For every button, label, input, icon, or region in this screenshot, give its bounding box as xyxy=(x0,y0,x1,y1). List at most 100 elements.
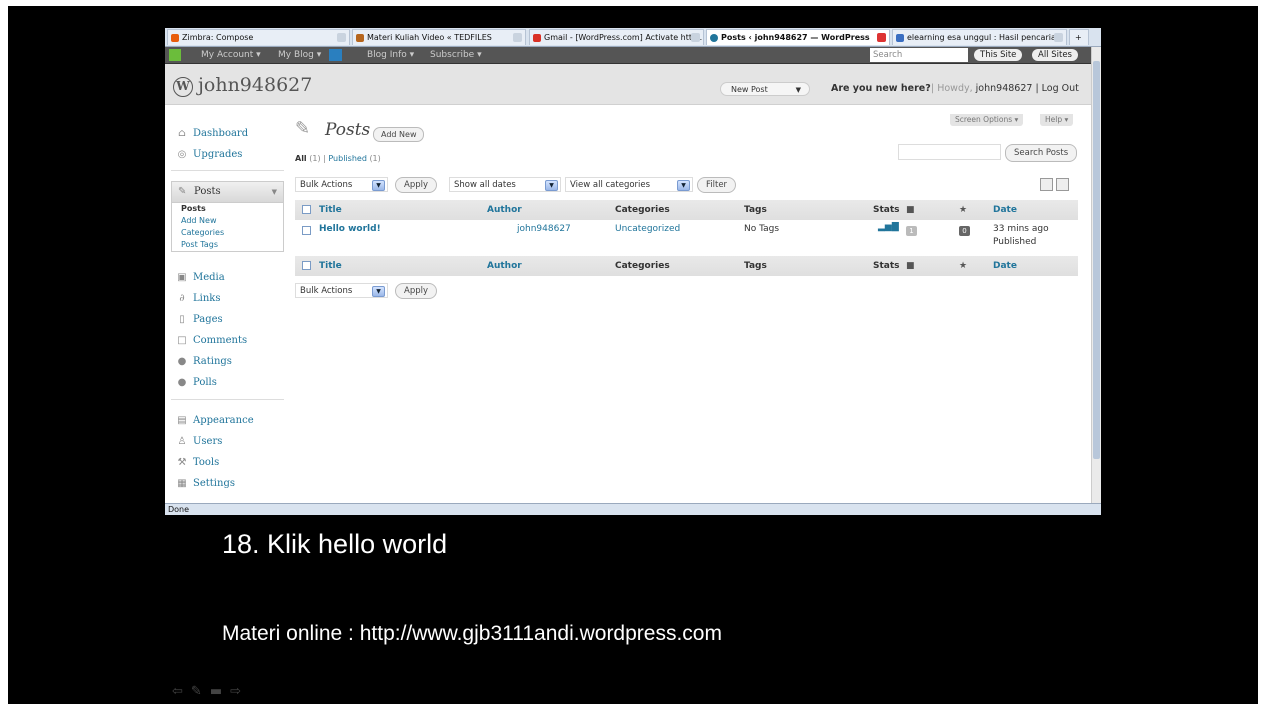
link-icon: ∂ xyxy=(179,293,185,304)
stats-chart-icon[interactable]: ▂▅▇ xyxy=(878,222,899,232)
help-tab[interactable]: Help ▾ xyxy=(1040,114,1074,126)
new-tab-button[interactable]: + xyxy=(1069,29,1089,45)
post-status: Published xyxy=(993,237,1037,247)
users-icon: ♙ xyxy=(177,436,187,447)
col-date[interactable]: Date xyxy=(993,200,1017,220)
pen-icon[interactable]: ✎ xyxy=(191,684,210,699)
list-view-icon[interactable] xyxy=(1040,178,1053,191)
sidebar-item-tools[interactable]: ⚒ Tools xyxy=(171,453,284,473)
close-icon[interactable] xyxy=(513,33,522,42)
logout-link[interactable]: | Log Out xyxy=(1035,83,1078,94)
wpcom-logo-icon[interactable] xyxy=(169,49,181,61)
my-blog-menu[interactable]: My Blog ▾ xyxy=(278,47,321,63)
close-icon[interactable] xyxy=(1054,33,1063,42)
sidebar-item-appearance[interactable]: ▤ Appearance xyxy=(171,411,284,431)
screen-options-tab[interactable]: Screen Options ▾ xyxy=(950,114,1024,126)
select-all-checkbox[interactable] xyxy=(302,261,311,270)
tab-tedfiles[interactable]: Materi Kuliah Video « TEDFILES xyxy=(352,29,526,45)
search-posts-input[interactable] xyxy=(898,144,1001,160)
submenu-categories[interactable]: Categories xyxy=(172,227,283,239)
dashboard-icon: ⌂ xyxy=(178,128,186,139)
zimbra-icon xyxy=(171,34,179,42)
sidebar-item-dashboard[interactable]: ⌂ Dashboard xyxy=(171,124,284,144)
col-stats: Stats xyxy=(873,261,900,271)
filter-button[interactable]: Filter xyxy=(697,177,737,193)
tab-elearning[interactable]: elearning esa unggul : Hasil pencarian xyxy=(892,29,1067,45)
tab-gmail[interactable]: Gmail - [WordPress.com] Activate http... xyxy=(529,29,704,45)
username-link[interactable]: john948627 xyxy=(976,83,1033,94)
dates-select[interactable]: Show all dates ▼ xyxy=(449,177,561,192)
sidebar-item-media[interactable]: ▣ Media xyxy=(171,268,284,288)
new-here-link[interactable]: Are you new here? xyxy=(831,83,931,94)
filter-all[interactable]: All xyxy=(295,154,307,163)
sidebar-item-posts[interactable]: ✎ Posts ▼ xyxy=(171,181,284,203)
wpcom-search-input[interactable]: Search WordPress.com xyxy=(870,48,968,74)
sidebar-item-links[interactable]: ∂ Links xyxy=(171,289,284,309)
bulk-actions-select-top[interactable]: Bulk Actions ▼ xyxy=(295,177,388,192)
filter-published[interactable]: Published xyxy=(328,154,367,163)
tab-zimbra[interactable]: Zimbra: Compose xyxy=(167,29,350,45)
vertical-scrollbar[interactable] xyxy=(1091,47,1101,503)
wordpress-logo-icon[interactable]: W xyxy=(173,77,193,97)
add-new-button[interactable]: Add New xyxy=(373,127,425,142)
admin-bar: My Account ▾ My Blog ▾ Blog Info ▾ Subsc… xyxy=(165,47,1101,74)
post-category-link[interactable]: Uncategorized xyxy=(615,224,680,234)
tab-wordpress-posts[interactable]: Posts ‹ john948627 — WordPress xyxy=(706,29,890,45)
col-author: Author xyxy=(487,205,522,215)
post-author-link[interactable]: john948627 xyxy=(517,224,571,234)
sidebar-item-polls[interactable]: ● Polls xyxy=(171,373,284,393)
apply-button-bottom[interactable]: Apply xyxy=(395,283,437,299)
sidebar-item-users[interactable]: ♙ Users xyxy=(171,432,284,452)
col-categories: Categories xyxy=(615,205,670,215)
forward-arrow-icon[interactable]: ⇨ xyxy=(230,684,249,699)
materi-caption: Materi online : http://www.gjb3111andi.w… xyxy=(222,622,722,645)
submenu-post-tags[interactable]: Post Tags xyxy=(172,239,283,251)
categories-select[interactable]: View all categories ▼ xyxy=(565,177,693,192)
col-date[interactable]: Date xyxy=(993,256,1017,276)
post-title-link[interactable]: Hello world! xyxy=(319,224,381,234)
close-icon[interactable] xyxy=(337,33,346,42)
settings-icon: ▦ xyxy=(177,478,187,489)
submenu-posts[interactable]: Posts xyxy=(172,203,283,215)
all-sites-button[interactable]: All Sites xyxy=(1032,49,1078,61)
ratings-icon: ● xyxy=(177,356,187,367)
col-title[interactable]: Title xyxy=(319,256,342,276)
submenu-add-new[interactable]: Add New xyxy=(172,215,283,227)
sidebar-item-comments[interactable]: □ Comments xyxy=(171,331,284,351)
blog-info-menu[interactable]: Blog Info ▾ xyxy=(367,47,414,63)
subscribe-menu[interactable]: Subscribe ▾ xyxy=(430,47,482,63)
chevron-down-icon[interactable]: ▼ xyxy=(272,182,277,202)
comment-icon: ■ xyxy=(906,261,915,271)
sidebar-item-pages[interactable]: ▯ Pages xyxy=(171,310,284,330)
site-name[interactable]: john948627 xyxy=(198,74,312,96)
site-header: W john948627 New Post ▼ Are you new here?… xyxy=(165,64,1101,105)
table-footer: Title Author Categories Tags Stats ■ ★ D… xyxy=(295,256,1078,276)
row-checkbox[interactable] xyxy=(302,226,311,235)
gmail-icon xyxy=(533,34,541,42)
ted-icon xyxy=(356,34,364,42)
close-icon[interactable] xyxy=(877,33,886,42)
new-post-dropdown[interactable]: New Post ▼ xyxy=(720,82,810,96)
sidebar-item-ratings[interactable]: ● Ratings xyxy=(171,352,284,372)
col-title[interactable]: Title xyxy=(319,200,342,220)
bulk-actions-select-bottom[interactable]: Bulk Actions ▼ xyxy=(295,283,388,298)
close-icon[interactable] xyxy=(691,33,700,42)
chevron-down-icon: ▼ xyxy=(372,180,385,191)
my-account-menu[interactable]: My Account ▾ xyxy=(201,47,261,63)
scroll-thumb[interactable] xyxy=(1093,61,1100,459)
chevron-down-icon: ▼ xyxy=(795,86,801,94)
screen-icon[interactable]: ▬ xyxy=(210,684,230,699)
this-site-button[interactable]: This Site xyxy=(974,49,1023,61)
comment-icon: ■ xyxy=(906,205,915,215)
comment-count-badge[interactable]: 1 xyxy=(906,226,917,236)
col-tags: Tags xyxy=(744,261,767,271)
sidebar-item-upgrades[interactable]: ◎ Upgrades xyxy=(171,145,284,165)
search-posts-button[interactable]: Search Posts xyxy=(1005,144,1078,162)
select-all-checkbox[interactable] xyxy=(302,205,311,214)
sidebar-separator xyxy=(171,164,284,171)
excerpt-view-icon[interactable] xyxy=(1056,178,1069,191)
sidebar-item-settings[interactable]: ▦ Settings xyxy=(171,474,284,494)
back-arrow-icon[interactable]: ⇦ xyxy=(172,684,191,699)
apply-button-top[interactable]: Apply xyxy=(395,177,437,193)
wordpress-icon[interactable] xyxy=(329,49,342,61)
